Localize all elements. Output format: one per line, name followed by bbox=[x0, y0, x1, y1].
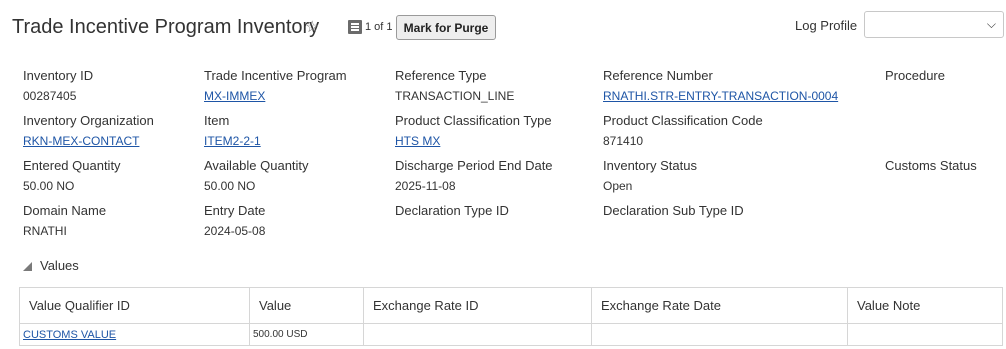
field-customs-status: Customs Status bbox=[885, 158, 977, 179]
field-product-classification-code: Product Classification Code 871410 bbox=[603, 113, 763, 148]
star-outline-icon[interactable]: ☆ bbox=[305, 17, 319, 37]
domain-name-value: RNATHI bbox=[23, 224, 67, 238]
column-header-exchange-rate-id[interactable]: Exchange Rate ID bbox=[363, 287, 592, 324]
available-quantity-label: Available Quantity bbox=[204, 158, 309, 173]
column-header-value[interactable]: Value bbox=[249, 287, 364, 324]
entered-quantity-label: Entered Quantity bbox=[23, 158, 121, 173]
declaration-type-id-label: Declaration Type ID bbox=[395, 203, 509, 218]
product-classification-type-link[interactable]: HTS MX bbox=[395, 134, 552, 148]
cell-value-qualifier-id: CUSTOMS VALUE bbox=[19, 323, 250, 346]
field-item: Item ITEM2-2-1 bbox=[204, 113, 261, 148]
customs-status-label: Customs Status bbox=[885, 158, 977, 173]
product-classification-code-label: Product Classification Code bbox=[603, 113, 763, 128]
inventory-status-value: Open bbox=[603, 179, 633, 193]
customs-value-link[interactable]: CUSTOMS VALUE bbox=[23, 329, 116, 341]
field-inventory-id: Inventory ID 00287405 bbox=[23, 68, 93, 103]
column-header-value-note[interactable]: Value Note bbox=[847, 287, 1003, 324]
field-available-quantity: Available Quantity 50.00 NO bbox=[204, 158, 309, 193]
domain-name-label: Domain Name bbox=[23, 203, 107, 218]
field-inventory-status: Inventory Status Open bbox=[603, 158, 697, 193]
inventory-organization-link[interactable]: RKN-MEX-CONTACT bbox=[23, 134, 154, 148]
product-classification-type-label: Product Classification Type bbox=[395, 113, 552, 128]
table-row: CUSTOMS VALUE 500.00 USD bbox=[19, 323, 1003, 346]
field-entry-date: Entry Date 2024-05-08 bbox=[204, 203, 265, 238]
field-trade-incentive-program: Trade Incentive Program MX-IMMEX bbox=[204, 68, 347, 103]
cell-exchange-rate-date bbox=[591, 323, 848, 346]
page-title: Trade Incentive Program Inventory bbox=[12, 16, 320, 38]
page-header: Trade Incentive Program Inventory ☆ 1 of… bbox=[0, 0, 1006, 56]
triangle-down-icon bbox=[23, 262, 32, 271]
field-reference-type: Reference Type TRANSACTION_LINE bbox=[395, 68, 514, 103]
field-declaration-type-id: Declaration Type ID bbox=[395, 203, 509, 224]
trade-incentive-program-link[interactable]: MX-IMMEX bbox=[204, 89, 347, 103]
trade-incentive-program-label: Trade Incentive Program bbox=[204, 68, 347, 83]
inventory-status-label: Inventory Status bbox=[603, 158, 697, 173]
values-table: Value Qualifier ID Value Exchange Rate I… bbox=[19, 287, 1003, 346]
cell-value-note bbox=[847, 323, 1003, 346]
inventory-organization-label: Inventory Organization bbox=[23, 113, 154, 128]
field-procedure: Procedure bbox=[885, 68, 945, 89]
cell-value: 500.00 USD bbox=[249, 323, 364, 346]
values-section-title: Values bbox=[40, 258, 79, 273]
inventory-id-label: Inventory ID bbox=[23, 68, 94, 83]
cell-exchange-rate-id bbox=[363, 323, 592, 346]
field-entered-quantity: Entered Quantity 50.00 NO bbox=[23, 158, 121, 193]
column-header-exchange-rate-date[interactable]: Exchange Rate Date bbox=[591, 287, 848, 324]
product-classification-code-value: 871410 bbox=[603, 134, 644, 148]
item-label: Item bbox=[204, 113, 230, 128]
values-section-header[interactable]: Values bbox=[23, 258, 79, 273]
list-icon[interactable] bbox=[348, 20, 362, 34]
discharge-period-end-date-label: Discharge Period End Date bbox=[395, 158, 553, 173]
reference-number-link[interactable]: RNATHI.STR-ENTRY-TRANSACTION-0004 bbox=[603, 89, 838, 103]
reference-type-label: Reference Type bbox=[395, 68, 487, 83]
log-profile-select[interactable]: ⌵ bbox=[864, 11, 1004, 38]
mark-for-purge-button[interactable]: Mark for Purge bbox=[396, 15, 496, 40]
field-reference-number: Reference Number RNATHI.STR-ENTRY-TRANSA… bbox=[603, 68, 838, 103]
discharge-period-end-date-value: 2025-11-08 bbox=[395, 179, 456, 193]
pager-text: 1 of 1 bbox=[365, 21, 393, 33]
procedure-label: Procedure bbox=[885, 68, 945, 83]
entered-quantity-value: 50.00 NO bbox=[23, 179, 75, 193]
chevron-down-icon: ⌵ bbox=[986, 17, 996, 31]
reference-type-value: TRANSACTION_LINE bbox=[395, 89, 515, 103]
item-link[interactable]: ITEM2-2-1 bbox=[204, 134, 261, 148]
field-discharge-period-end-date: Discharge Period End Date 2025-11-08 bbox=[395, 158, 553, 193]
inventory-id-value: 00287405 bbox=[23, 89, 77, 103]
field-product-classification-type: Product Classification Type HTS MX bbox=[395, 113, 552, 148]
available-quantity-value: 50.00 NO bbox=[204, 179, 256, 193]
entry-date-value: 2024-05-08 bbox=[204, 224, 266, 238]
field-domain-name: Domain Name RNATHI bbox=[23, 203, 106, 238]
column-header-value-qualifier-id[interactable]: Value Qualifier ID bbox=[19, 287, 250, 324]
field-declaration-sub-type-id: Declaration Sub Type ID bbox=[603, 203, 744, 224]
declaration-sub-type-id-label: Declaration Sub Type ID bbox=[603, 203, 744, 218]
log-profile-label: Log Profile bbox=[795, 18, 858, 33]
field-inventory-organization: Inventory Organization RKN-MEX-CONTACT bbox=[23, 113, 154, 148]
entry-date-label: Entry Date bbox=[204, 203, 266, 218]
values-table-header-row: Value Qualifier ID Value Exchange Rate I… bbox=[19, 287, 1003, 324]
reference-number-label: Reference Number bbox=[603, 68, 713, 83]
